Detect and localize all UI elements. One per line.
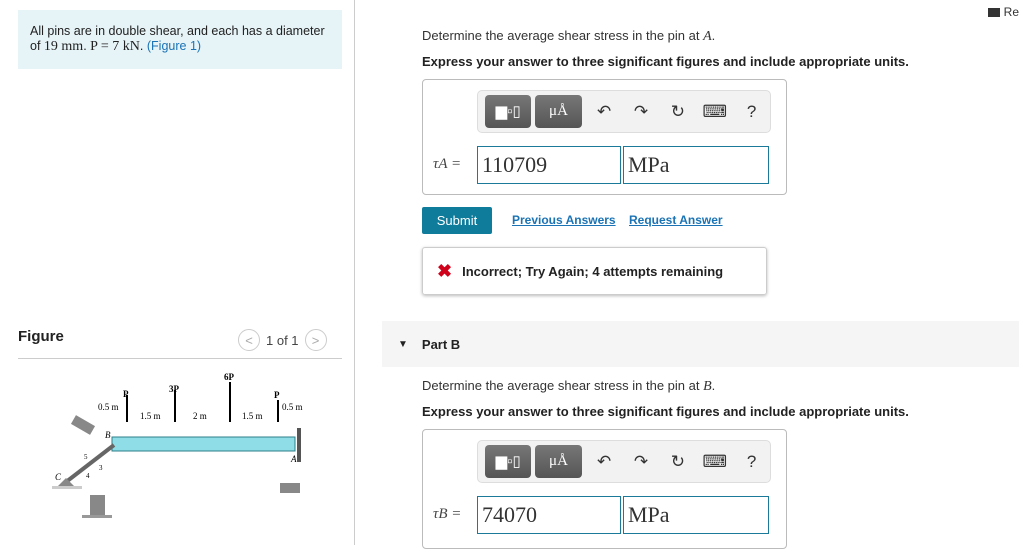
answer-units-input[interactable]: MPa	[623, 496, 769, 534]
prev-figure-button[interactable]: <	[238, 329, 260, 351]
beam	[111, 436, 296, 452]
part-b-question: Determine the average shear stress in th…	[422, 378, 715, 395]
figure-link[interactable]: (Figure 1)	[147, 39, 201, 53]
reset-icon[interactable]: ↻	[659, 452, 696, 472]
q-text: Determine the average shear stress in th…	[422, 28, 704, 43]
part-a-instructions: Express your answer to three significant…	[422, 54, 909, 69]
feedback-message: ✖ Incorrect; Try Again; 4 attempts remain…	[422, 247, 767, 295]
q-point: A	[703, 29, 712, 44]
part-b-answer-box: ▆▫▯ μÅ ↶ ↷ ↻ ⌨ ? τB = 74070 MPa	[422, 429, 787, 549]
part-b-instructions: Express your answer to three significant…	[422, 404, 909, 419]
q-text: Determine the average shear stress in th…	[422, 378, 704, 393]
help-button[interactable]: ?	[733, 102, 770, 122]
tau-a-label: τA =	[433, 156, 462, 172]
slope-4: 4	[86, 472, 90, 480]
templates-button[interactable]: ▆▫▯	[485, 95, 532, 128]
q-end: .	[711, 378, 716, 393]
units-button[interactable]: μÅ	[535, 95, 582, 128]
redo-icon[interactable]: ↷	[623, 102, 660, 122]
problem-statement: All pins are in double shear, and each h…	[18, 10, 342, 69]
sep: .	[139, 39, 147, 53]
diameter: 19 mm	[43, 39, 84, 54]
error-x-icon: ✖	[437, 260, 453, 281]
slope-5: 5	[84, 453, 88, 461]
answer-value-input[interactable]: 110709	[477, 146, 621, 184]
answer-units-input[interactable]: MPa	[623, 146, 769, 184]
help-button[interactable]: ?	[733, 452, 770, 472]
keyboard-icon[interactable]: ⌨	[696, 102, 733, 122]
collapse-triangle-icon: ▼	[398, 338, 408, 350]
reset-icon[interactable]: ↻	[659, 102, 696, 122]
undo-icon[interactable]: ↶	[586, 452, 623, 472]
redo-icon[interactable]: ↷	[623, 452, 660, 472]
pin-b-detail	[70, 415, 96, 435]
templates-button[interactable]: ▆▫▯	[485, 445, 532, 478]
slope-3: 3	[99, 464, 103, 472]
part-a-answer-box: ▆▫▯ μÅ ↶ ↷ ↻ ⌨ ? τA = 110709 MPa	[422, 79, 787, 195]
figure-pager: < 1 of 1 >	[238, 329, 327, 351]
beam-figure: P 3P 6P P 0.5 m 1.5 m 2 m 1.5 m 0.5 m B …	[52, 372, 303, 518]
part-a-question: Determine the average shear stress in th…	[422, 28, 715, 45]
tau-b-label: τB =	[433, 506, 462, 522]
dim-3: 2 m	[193, 411, 207, 421]
load-6p: 6P	[224, 372, 235, 382]
request-answer-link[interactable]: Request Answer	[629, 213, 723, 227]
pin-c-detail	[90, 495, 105, 515]
part-b-header[interactable]: ▼ Part B	[382, 321, 1019, 367]
divider	[18, 358, 342, 359]
next-figure-button[interactable]: >	[304, 329, 327, 351]
dim-1: 0.5 m	[98, 402, 119, 412]
wall-a	[297, 428, 301, 462]
page-indicator: 1 of 1	[266, 332, 299, 348]
strut-bc	[64, 443, 116, 484]
label-a: A	[290, 454, 297, 464]
answer-value-input[interactable]: 74070	[477, 496, 621, 534]
math-toolbar: ▆▫▯ μÅ ↶ ↷ ↻ ⌨ ?	[477, 90, 771, 133]
q-point: B	[703, 379, 712, 394]
previous-answers-link[interactable]: Previous Answers	[512, 213, 616, 227]
load-3p: 3P	[169, 384, 180, 394]
pin-a-detail	[280, 483, 300, 493]
feedback-text: Incorrect; Try Again; 4 attempts remaini…	[462, 263, 724, 279]
q-end: .	[711, 28, 716, 43]
load-p4: P	[274, 390, 280, 400]
dim-5: 0.5 m	[282, 402, 303, 412]
undo-icon[interactable]: ↶	[586, 102, 623, 122]
dim-2: 1.5 m	[140, 411, 161, 421]
label-c: C	[55, 472, 62, 482]
figure-title: Figure	[18, 328, 64, 345]
load-value: P = 7 kN	[90, 39, 140, 54]
load-p1: P	[123, 389, 129, 399]
units-button[interactable]: μÅ	[535, 445, 582, 478]
label-b: B	[105, 430, 111, 440]
answer-panel: Determine the average shear stress in th…	[382, 0, 1019, 549]
submit-button[interactable]: Submit	[422, 207, 492, 234]
math-toolbar: ▆▫▯ μÅ ↶ ↷ ↻ ⌨ ?	[477, 440, 771, 483]
keyboard-icon[interactable]: ⌨	[696, 452, 733, 472]
left-panel: All pins are in double shear, and each h…	[0, 0, 355, 545]
part-b-title: Part B	[421, 336, 461, 352]
dim-4: 1.5 m	[242, 411, 263, 421]
